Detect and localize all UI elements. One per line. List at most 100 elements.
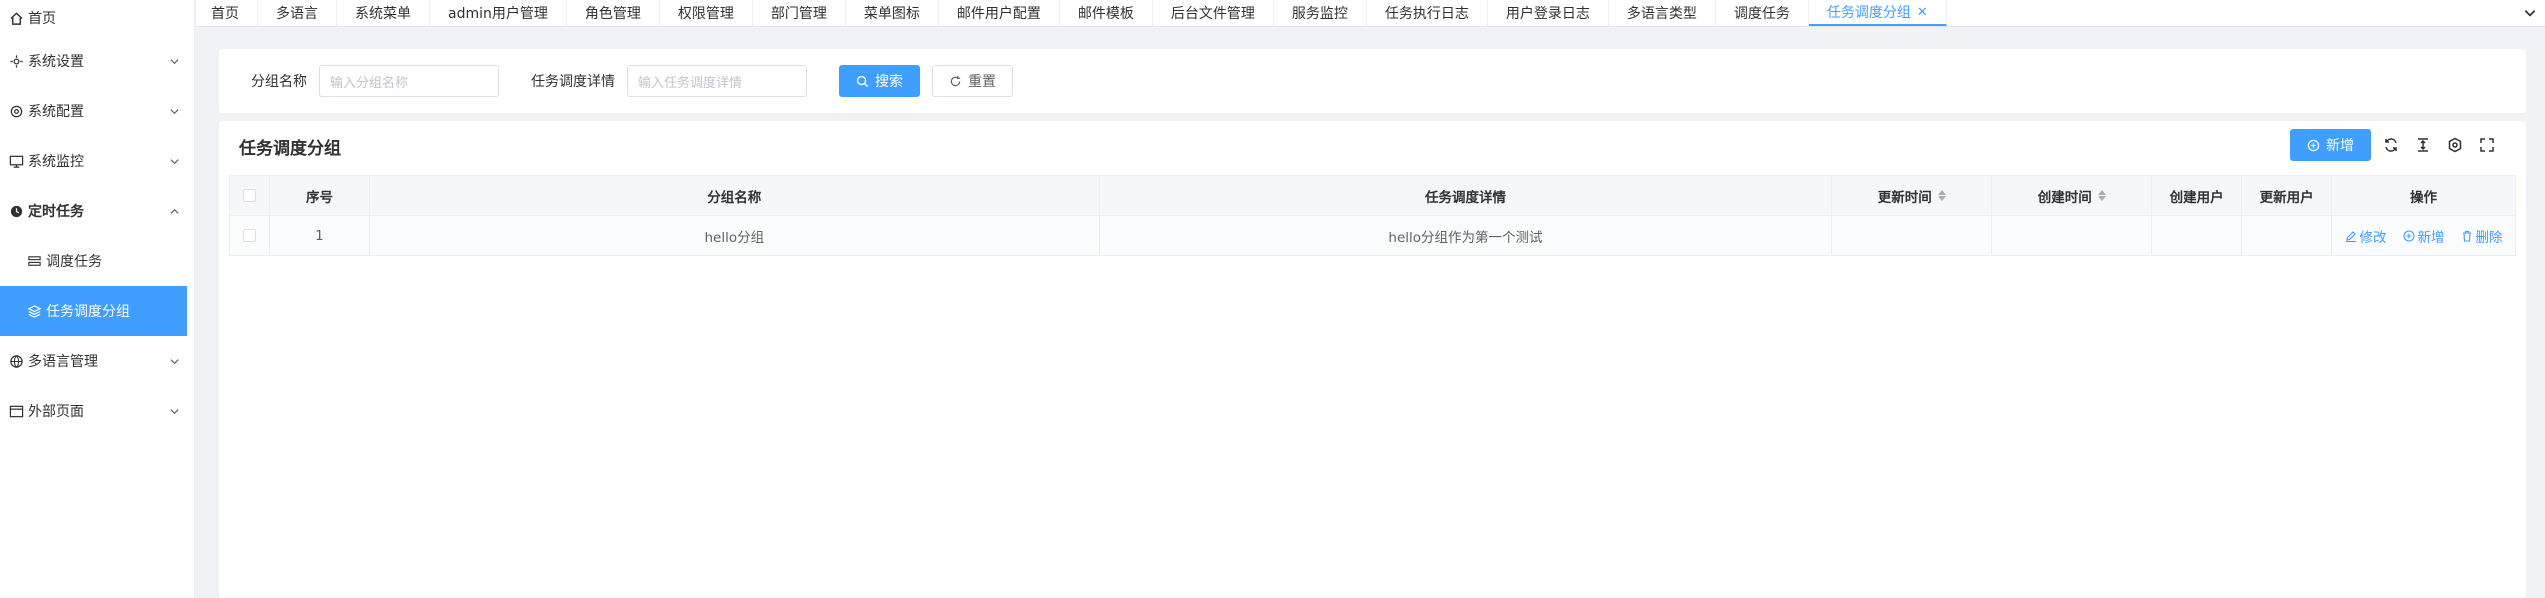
window-icon — [8, 403, 24, 419]
add-button[interactable]: 新增 — [2290, 129, 2371, 161]
detail-label: 任务调度详情 — [531, 74, 615, 90]
settings-icon — [8, 53, 24, 69]
tab-label: 首页 — [211, 6, 239, 22]
detail-placeholder: 输入任务调度详情 — [638, 75, 743, 91]
sidebar-item-system-settings[interactable]: 系统设置 — [0, 36, 194, 86]
tab-service-monitor[interactable]: 服务监控 — [1274, 0, 1367, 26]
sidebar: 首页 系统设置 系统配置 系统监控 定时任务 调度任务 任务调度分组 多语言管理… — [0, 0, 195, 598]
fullscreen-icon[interactable] — [2477, 135, 2497, 155]
globe-icon — [8, 353, 24, 369]
row-add-label: 新增 — [2417, 229, 2445, 246]
search-button[interactable]: 搜索 — [839, 65, 920, 97]
sidebar-item-schedule-tasks[interactable]: 调度任务 — [0, 236, 194, 286]
column-height-icon[interactable] — [2413, 135, 2433, 155]
tab-schedule-tasks[interactable]: 调度任务 — [1716, 0, 1809, 26]
select-all-checkbox[interactable] — [242, 189, 256, 202]
delete-label: 删除 — [2475, 229, 2503, 246]
sidebar-item-home[interactable]: 首页 — [0, 0, 194, 36]
tab-roles[interactable]: 角色管理 — [567, 0, 660, 26]
detail-input[interactable]: 输入任务调度详情 — [627, 65, 807, 97]
edit-button[interactable]: 修改 — [2345, 226, 2387, 246]
tab-menu-icons[interactable]: 菜单图标 — [846, 0, 939, 26]
trash-icon — [2462, 230, 2471, 242]
sidebar-item-label: 多语言管理 — [28, 354, 98, 370]
close-icon[interactable]: ✕ — [1917, 5, 1928, 20]
col-created-at[interactable]: 创建时间 — [1992, 176, 2153, 216]
tab-label: 角色管理 — [584, 6, 641, 22]
sort-icon[interactable] — [2097, 190, 2106, 201]
cell-actions: 修改 新增 删除 — [2332, 216, 2516, 256]
sidebar-item-scheduled-tasks[interactable]: 定时任务 — [0, 186, 194, 236]
chevron-down-icon — [168, 55, 180, 67]
chevron-up-icon — [168, 205, 180, 217]
reset-button-label: 重置 — [968, 74, 996, 90]
tab-label: 系统菜单 — [355, 6, 411, 22]
data-table: 序号 分组名称 任务调度详情 更新时间 创建时间 创建用户 更新用户 操作 1 … — [229, 175, 2516, 256]
tab-system-menu[interactable]: 系统菜单 — [337, 0, 430, 26]
search-button-label: 搜索 — [875, 74, 903, 90]
table-panel: 任务调度分组 新增 序号 分组名称 任务调度详情 更新时间 创建时间 创建用户 … — [219, 121, 2526, 598]
col-index: 序号 — [269, 176, 370, 216]
tab-label: 邮件模板 — [1077, 6, 1134, 22]
sidebar-item-task-schedule-group[interactable]: 任务调度分组 — [0, 286, 187, 336]
cell-updated-at — [1832, 216, 1993, 256]
tab-files[interactable]: 后台文件管理 — [1153, 0, 1274, 26]
tab-home[interactable]: 首页 — [196, 0, 258, 26]
sidebar-item-external-pages[interactable]: 外部页面 — [0, 386, 194, 436]
refresh-icon[interactable] — [2381, 135, 2401, 155]
row-checkbox[interactable] — [242, 229, 256, 242]
edit-label: 修改 — [2359, 229, 2387, 246]
chevron-down-icon[interactable] — [2521, 4, 2539, 22]
group-name-label: 分组名称 — [251, 74, 307, 90]
cell-index: 1 — [269, 216, 370, 256]
table-toolbar — [2381, 135, 2497, 155]
tab-label: 多语言 — [276, 6, 318, 22]
tab-bar: 首页 多语言 系统菜单 admin用户管理 角色管理 权限管理 部门管理 菜单图… — [196, 0, 2545, 27]
tab-permissions[interactable]: 权限管理 — [660, 0, 753, 26]
reset-button[interactable]: 重置 — [932, 65, 1013, 97]
layers-icon — [26, 303, 42, 319]
tab-task-schedule-group[interactable]: 任务调度分组 ✕ — [1808, 0, 1947, 26]
sidebar-item-i18n[interactable]: 多语言管理 — [0, 336, 194, 386]
search-icon — [856, 75, 869, 87]
tab-label: 后台文件管理 — [1170, 6, 1255, 22]
sidebar-item-system-config[interactable]: 系统配置 — [0, 86, 194, 136]
tab-admin-users[interactable]: admin用户管理 — [430, 0, 567, 26]
search-panel: 分组名称 输入分组名称 任务调度详情 输入任务调度详情 搜索 重置 — [219, 49, 2526, 113]
tab-label: 部门管理 — [770, 6, 827, 22]
tab-departments[interactable]: 部门管理 — [753, 0, 846, 26]
home-icon — [8, 10, 24, 26]
row-add-button[interactable]: 新增 — [2402, 226, 2445, 246]
col-updated-at[interactable]: 更新时间 — [1832, 176, 1993, 216]
tab-task-logs[interactable]: 任务执行日志 — [1367, 0, 1488, 26]
group-name-input[interactable]: 输入分组名称 — [319, 65, 499, 97]
tab-label: 任务执行日志 — [1384, 6, 1469, 22]
sidebar-item-label: 系统配置 — [28, 104, 84, 120]
cell-detail: hello分组作为第一个测试 — [1099, 216, 1833, 256]
tab-mail-users[interactable]: 邮件用户配置 — [939, 0, 1060, 26]
select-all-cell — [230, 176, 270, 216]
col-updated-at-label: 更新时间 — [1877, 189, 1932, 206]
tab-mail-templates[interactable]: 邮件模板 — [1060, 0, 1153, 26]
tab-login-logs[interactable]: 用户登录日志 — [1488, 0, 1609, 26]
chevron-down-icon — [168, 105, 180, 117]
tab-i18n-types[interactable]: 多语言类型 — [1609, 0, 1716, 26]
tab-label: 邮件用户配置 — [956, 6, 1041, 22]
tab-label: 任务调度分组 — [1826, 5, 1911, 21]
refresh-icon — [950, 75, 961, 86]
table-row: 1 hello分组 hello分组作为第一个测试 修改 新增 删除 — [230, 216, 2516, 256]
sidebar-item-label: 外部页面 — [28, 404, 84, 420]
setting-icon[interactable] — [2445, 135, 2465, 155]
plus-circle-icon — [2402, 229, 2415, 242]
delete-button[interactable]: 删除 — [2461, 226, 2503, 246]
chevron-down-icon — [168, 355, 180, 367]
clock-icon — [8, 203, 24, 219]
sidebar-item-label: 系统监控 — [28, 154, 84, 170]
tab-label: 调度任务 — [1733, 6, 1790, 22]
tab-i18n[interactable]: 多语言 — [258, 0, 337, 26]
sidebar-item-system-monitor[interactable]: 系统监控 — [0, 136, 194, 186]
page-title: 任务调度分组 — [239, 139, 341, 159]
sidebar-item-label: 首页 — [28, 11, 56, 27]
sort-icon[interactable] — [1937, 190, 1946, 201]
sidebar-item-label: 任务调度分组 — [46, 304, 130, 320]
